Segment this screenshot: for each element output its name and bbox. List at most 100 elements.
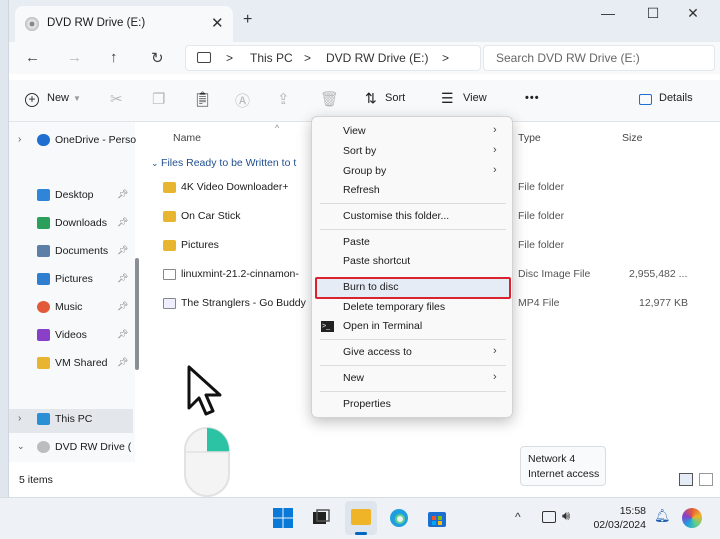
- sidebar-item-label: This PC: [55, 413, 93, 425]
- column-header-name[interactable]: Name: [173, 132, 201, 144]
- videos-icon: [37, 329, 50, 341]
- sidebar-item-onedrive[interactable]: › OneDrive - Perso: [9, 130, 137, 152]
- table-row[interactable]: 4K Video Downloader+: [163, 181, 313, 197]
- new-button[interactable]: New: [47, 92, 69, 104]
- folder-icon: [163, 240, 176, 251]
- table-row[interactable]: linuxmint-21.2-cinnamon-: [163, 268, 313, 284]
- tab-dvd-drive[interactable]: DVD RW Drive (E:) ✕: [15, 6, 233, 42]
- breadcrumb-expand[interactable]: >: [442, 51, 449, 65]
- close-window-button[interactable]: ✕: [673, 5, 713, 22]
- menu-item-customise-folder[interactable]: Customise this folder...: [343, 210, 449, 222]
- menu-divider: [320, 339, 506, 340]
- sidebar-item-music[interactable]: Music 📌︎: [9, 297, 133, 319]
- mouse-cursor-icon: [187, 365, 222, 416]
- sidebar-item-label: OneDrive - Perso: [55, 134, 137, 146]
- sort-button[interactable]: Sort: [385, 92, 405, 104]
- search-box[interactable]: Search DVD RW Drive (E:): [483, 45, 715, 71]
- folder-icon: [163, 211, 176, 222]
- details-view-icon[interactable]: [679, 473, 693, 486]
- tooltip-line-2: Internet access: [528, 468, 600, 480]
- column-header-size[interactable]: Size: [622, 132, 642, 144]
- clock-date[interactable]: 02/03/2024: [588, 519, 646, 531]
- cut-icon[interactable]: ✂: [110, 90, 123, 108]
- menu-item-paste[interactable]: Paste: [343, 236, 370, 248]
- file-name: 4K Video Downloader+: [181, 181, 289, 193]
- video-file-icon: [163, 298, 176, 309]
- start-button-windows-icon[interactable]: [272, 507, 294, 529]
- table-row[interactable]: On Car Stick: [163, 210, 313, 226]
- breadcrumb-dvd-drive[interactable]: DVD RW Drive (E:): [326, 51, 428, 65]
- menu-item-give-access[interactable]: Give access to: [343, 346, 412, 358]
- table-row[interactable]: Pictures: [163, 239, 313, 255]
- sidebar-item-this-pc[interactable]: › This PC: [9, 409, 133, 433]
- menu-item-sort-by[interactable]: Sort by: [343, 145, 376, 157]
- computer-icon: [37, 413, 50, 425]
- menu-item-refresh[interactable]: Refresh: [343, 184, 380, 196]
- minimize-button[interactable]: —: [588, 5, 628, 21]
- clock-time[interactable]: 15:58: [588, 505, 646, 517]
- new-tab-button[interactable]: +: [243, 11, 252, 29]
- folder-icon: [37, 357, 50, 369]
- navigation-pane: › OneDrive - Perso Desktop 📌︎ Downloads …: [9, 122, 137, 462]
- menu-item-burn-to-disc[interactable]: Burn to disc: [343, 281, 398, 293]
- up-button[interactable]: ↑: [110, 49, 118, 66]
- sidebar-item-dvd-drive[interactable]: ⌄ DVD RW Drive (: [9, 437, 133, 459]
- more-options-button[interactable]: •••: [525, 92, 540, 104]
- new-plus-icon: +: [25, 93, 39, 107]
- maximize-button[interactable]: ☐: [633, 5, 673, 22]
- menu-item-properties[interactable]: Properties: [343, 398, 391, 410]
- refresh-button[interactable]: ↻: [151, 49, 164, 67]
- file-group-header[interactable]: ⌄ Files Ready to be Written to t: [151, 157, 296, 169]
- active-indicator: [355, 532, 367, 535]
- chevron-right-icon: ›: [493, 144, 497, 156]
- task-view-icon[interactable]: [310, 507, 332, 529]
- sidebar-item-desktop[interactable]: Desktop 📌︎: [9, 185, 133, 207]
- menu-divider: [320, 391, 506, 392]
- table-row[interactable]: The Stranglers - Go Buddy: [163, 297, 313, 313]
- sidebar-item-vm-shared[interactable]: VM Shared 📌︎: [9, 353, 133, 375]
- tab-close-icon[interactable]: ✕: [211, 14, 224, 32]
- forward-button[interactable]: →: [67, 49, 82, 66]
- sidebar-item-downloads[interactable]: Downloads 📌︎: [9, 213, 133, 235]
- menu-item-new[interactable]: New: [343, 372, 364, 384]
- music-icon: [37, 301, 50, 313]
- sidebar-item-videos[interactable]: Videos 📌︎: [9, 325, 133, 347]
- file-size: 12,977 KB: [639, 297, 689, 309]
- back-button[interactable]: ←: [25, 49, 40, 66]
- sidebar-item-label: Videos: [55, 329, 87, 341]
- sidebar-item-pictures[interactable]: Pictures 📌︎: [9, 269, 133, 291]
- status-bar: 5 items: [9, 462, 720, 497]
- menu-item-group-by[interactable]: Group by: [343, 165, 386, 177]
- menu-item-delete-temp-files[interactable]: Delete temporary files: [343, 301, 445, 313]
- network-icon[interactable]: [542, 511, 556, 523]
- menu-item-paste-shortcut[interactable]: Paste shortcut: [343, 255, 410, 267]
- column-header-type[interactable]: Type: [518, 132, 541, 144]
- breadcrumb-this-pc[interactable]: This PC: [250, 51, 293, 65]
- tiles-view-icon[interactable]: [699, 473, 713, 486]
- notification-bell-icon[interactable]: 🔔︎: [654, 508, 671, 524]
- sidebar-item-label: Downloads: [55, 217, 107, 229]
- rename-icon[interactable]: Ⓐ: [235, 90, 250, 111]
- menu-item-open-terminal[interactable]: Open in Terminal: [343, 320, 422, 332]
- details-button[interactable]: Details: [659, 92, 693, 104]
- sidebar-scrollbar[interactable]: [135, 258, 139, 370]
- menu-item-view[interactable]: View: [343, 125, 366, 137]
- copy-icon[interactable]: ❐: [152, 90, 165, 108]
- delete-icon[interactable]: 🗑︎: [320, 90, 339, 108]
- sidebar-item-documents[interactable]: Documents 📌︎: [9, 241, 133, 263]
- microsoft-store-icon[interactable]: [426, 507, 448, 529]
- file-name: linuxmint-21.2-cinnamon-: [181, 268, 299, 280]
- file-explorer-taskbar-button[interactable]: [345, 501, 377, 535]
- file-type: File folder: [518, 239, 565, 251]
- address-bar[interactable]: > This PC > DVD RW Drive (E:) >: [185, 45, 481, 71]
- sidebar-item-label: DVD RW Drive (: [55, 441, 132, 453]
- system-tray-expand-icon[interactable]: ^: [515, 510, 521, 524]
- breadcrumb-sep: >: [226, 51, 234, 65]
- volume-icon[interactable]: 🔊︎: [562, 508, 570, 524]
- paste-icon[interactable]: 📋︎: [193, 90, 212, 108]
- copilot-icon[interactable]: [682, 508, 702, 528]
- edge-browser-icon[interactable]: [388, 507, 410, 529]
- view-button[interactable]: View: [463, 92, 487, 104]
- share-icon[interactable]: ⇪: [277, 90, 290, 108]
- file-name: Pictures: [181, 239, 219, 251]
